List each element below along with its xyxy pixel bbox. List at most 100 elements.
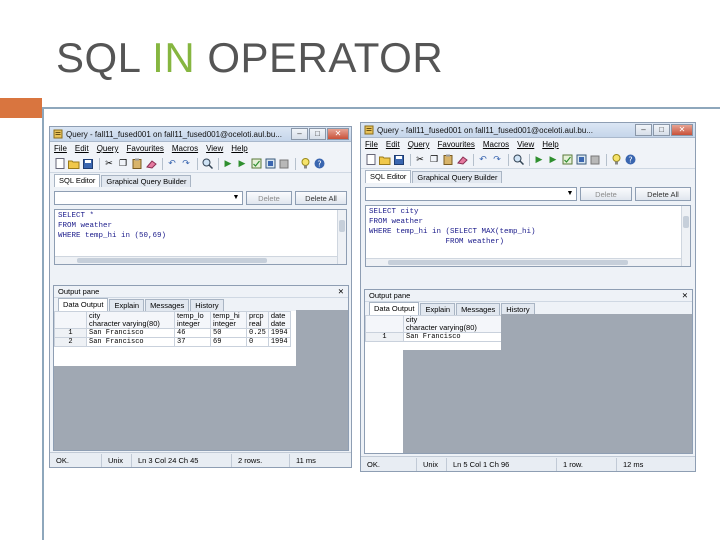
tab-explain[interactable]: Explain xyxy=(420,303,456,315)
horizontal-scrollbar[interactable] xyxy=(55,256,337,264)
tab-messages[interactable]: Messages xyxy=(145,299,190,311)
delete-button[interactable]: Delete xyxy=(580,187,632,201)
minimize-button[interactable]: – xyxy=(635,123,652,136)
menu-view[interactable]: View xyxy=(206,144,223,153)
vertical-scrollbar[interactable] xyxy=(681,206,690,266)
cell-prcp[interactable]: 0 xyxy=(246,337,269,347)
copy-icon[interactable]: ❐ xyxy=(117,158,129,170)
stop-icon[interactable] xyxy=(278,158,290,170)
column-header-city[interactable]: city character varying(80) xyxy=(86,311,175,329)
window-titlebar[interactable]: Query - fall11_fused001 on fall11_fused0… xyxy=(361,123,695,138)
explain-icon[interactable] xyxy=(561,154,573,166)
menu-help[interactable]: Help xyxy=(231,144,247,153)
cell-prcp[interactable]: 0.25 xyxy=(246,328,269,338)
table-row[interactable]: 1 San Francisco xyxy=(365,332,502,342)
delete-all-button[interactable]: Delete All xyxy=(635,187,691,201)
tab-graphical-query-builder[interactable]: Graphical Query Builder xyxy=(412,171,503,183)
save-icon[interactable] xyxy=(393,154,405,166)
table-row[interactable]: 2 San Francisco 37 69 0 1994 xyxy=(54,337,291,347)
menu-favourites[interactable]: Favourites xyxy=(437,140,474,149)
tab-messages[interactable]: Messages xyxy=(456,303,501,315)
explain-analyze-icon[interactable] xyxy=(264,158,276,170)
clear-icon[interactable] xyxy=(145,158,157,170)
menu-help[interactable]: Help xyxy=(542,140,558,149)
stop-icon[interactable] xyxy=(589,154,601,166)
lightbulb-icon[interactable] xyxy=(299,158,311,170)
tab-sql-editor[interactable]: SQL Editor xyxy=(54,174,101,187)
menu-query[interactable]: Query xyxy=(97,144,119,153)
cell-city[interactable]: San Francisco xyxy=(86,337,175,347)
horizontal-scrollbar[interactable] xyxy=(366,258,681,266)
cell-temp-hi[interactable]: 69 xyxy=(210,337,247,347)
help-icon[interactable]: ? xyxy=(624,154,636,166)
menu-file[interactable]: File xyxy=(54,144,67,153)
tab-graphical-query-builder[interactable]: Graphical Query Builder xyxy=(101,175,192,187)
close-output-icon[interactable]: ✕ xyxy=(682,291,688,300)
paste-icon[interactable] xyxy=(131,158,143,170)
maximize-button[interactable]: □ xyxy=(309,127,326,140)
tab-data-output[interactable]: Data Output xyxy=(58,298,109,311)
close-output-icon[interactable]: ✕ xyxy=(338,287,344,296)
delete-button[interactable]: Delete xyxy=(246,191,292,205)
undo-icon[interactable]: ↶ xyxy=(477,154,489,166)
find-icon[interactable] xyxy=(512,154,524,166)
menu-edit[interactable]: Edit xyxy=(75,144,89,153)
open-folder-icon[interactable] xyxy=(379,154,391,166)
menu-favourites[interactable]: Favourites xyxy=(126,144,163,153)
sql-input[interactable]: SELECT city FROM weather WHERE temp_hi i… xyxy=(365,205,691,267)
redo-icon[interactable]: ↷ xyxy=(180,158,192,170)
cell-city[interactable]: San Francisco xyxy=(86,328,175,338)
history-combo[interactable]: ▼ xyxy=(54,191,243,205)
minimize-button[interactable]: – xyxy=(291,127,308,140)
execute-icon[interactable]: ▶ xyxy=(533,154,545,166)
menu-query[interactable]: Query xyxy=(408,140,430,149)
new-file-icon[interactable] xyxy=(54,158,66,170)
paste-icon[interactable] xyxy=(442,154,454,166)
menu-macros[interactable]: Macros xyxy=(483,140,509,149)
copy-icon[interactable]: ❐ xyxy=(428,154,440,166)
redo-icon[interactable]: ↷ xyxy=(491,154,503,166)
new-file-icon[interactable] xyxy=(365,154,377,166)
table-row[interactable]: 1 San Francisco 46 50 0.25 1994 xyxy=(54,328,291,338)
window-titlebar[interactable]: Query - fall11_fused001 on fall11_fused0… xyxy=(50,127,351,142)
cell-date[interactable]: 1994 xyxy=(267,337,291,347)
save-icon[interactable] xyxy=(82,158,94,170)
close-button[interactable]: ✕ xyxy=(327,127,349,140)
cell-temp-lo[interactable]: 37 xyxy=(174,337,211,347)
history-combo[interactable]: ▼ xyxy=(365,187,577,201)
delete-all-button[interactable]: Delete All xyxy=(295,191,347,205)
vertical-scrollbar[interactable] xyxy=(337,210,346,264)
cut-icon[interactable]: ✂ xyxy=(414,154,426,166)
explain-icon[interactable] xyxy=(250,158,262,170)
cell-temp-hi[interactable]: 50 xyxy=(210,328,247,338)
clear-icon[interactable] xyxy=(456,154,468,166)
menu-edit[interactable]: Edit xyxy=(386,140,400,149)
sql-input[interactable]: SELECT * FROM weather WHERE temp_hi in (… xyxy=(54,209,347,265)
menu-macros[interactable]: Macros xyxy=(172,144,198,153)
menu-view[interactable]: View xyxy=(517,140,534,149)
column-header-temp-hi[interactable]: temp_hi integer xyxy=(210,311,247,329)
execute-pgscript-icon[interactable]: ▶ xyxy=(547,154,559,166)
help-icon[interactable]: ? xyxy=(313,158,325,170)
maximize-button[interactable]: □ xyxy=(653,123,670,136)
open-folder-icon[interactable] xyxy=(68,158,80,170)
find-icon[interactable] xyxy=(201,158,213,170)
tab-data-output[interactable]: Data Output xyxy=(369,302,420,315)
cell-temp-lo[interactable]: 46 xyxy=(174,328,211,338)
menu-file[interactable]: File xyxy=(365,140,378,149)
execute-pgscript-icon[interactable]: ▶ xyxy=(236,158,248,170)
undo-icon[interactable]: ↶ xyxy=(166,158,178,170)
cell-date[interactable]: 1994 xyxy=(267,328,291,338)
tab-history[interactable]: History xyxy=(190,299,224,311)
execute-icon[interactable]: ▶ xyxy=(222,158,234,170)
close-button[interactable]: ✕ xyxy=(671,123,693,136)
explain-analyze-icon[interactable] xyxy=(575,154,587,166)
column-header-date[interactable]: date date xyxy=(267,311,291,329)
cut-icon[interactable]: ✂ xyxy=(103,158,115,170)
lightbulb-icon[interactable] xyxy=(610,154,622,166)
column-header-temp-lo[interactable]: temp_lo integer xyxy=(174,311,211,329)
cell-city[interactable]: San Francisco xyxy=(403,332,502,342)
tab-explain[interactable]: Explain xyxy=(109,299,145,311)
column-header-prcp[interactable]: prcp real xyxy=(246,311,269,329)
column-header-city[interactable]: city character varying(80) xyxy=(403,315,502,333)
